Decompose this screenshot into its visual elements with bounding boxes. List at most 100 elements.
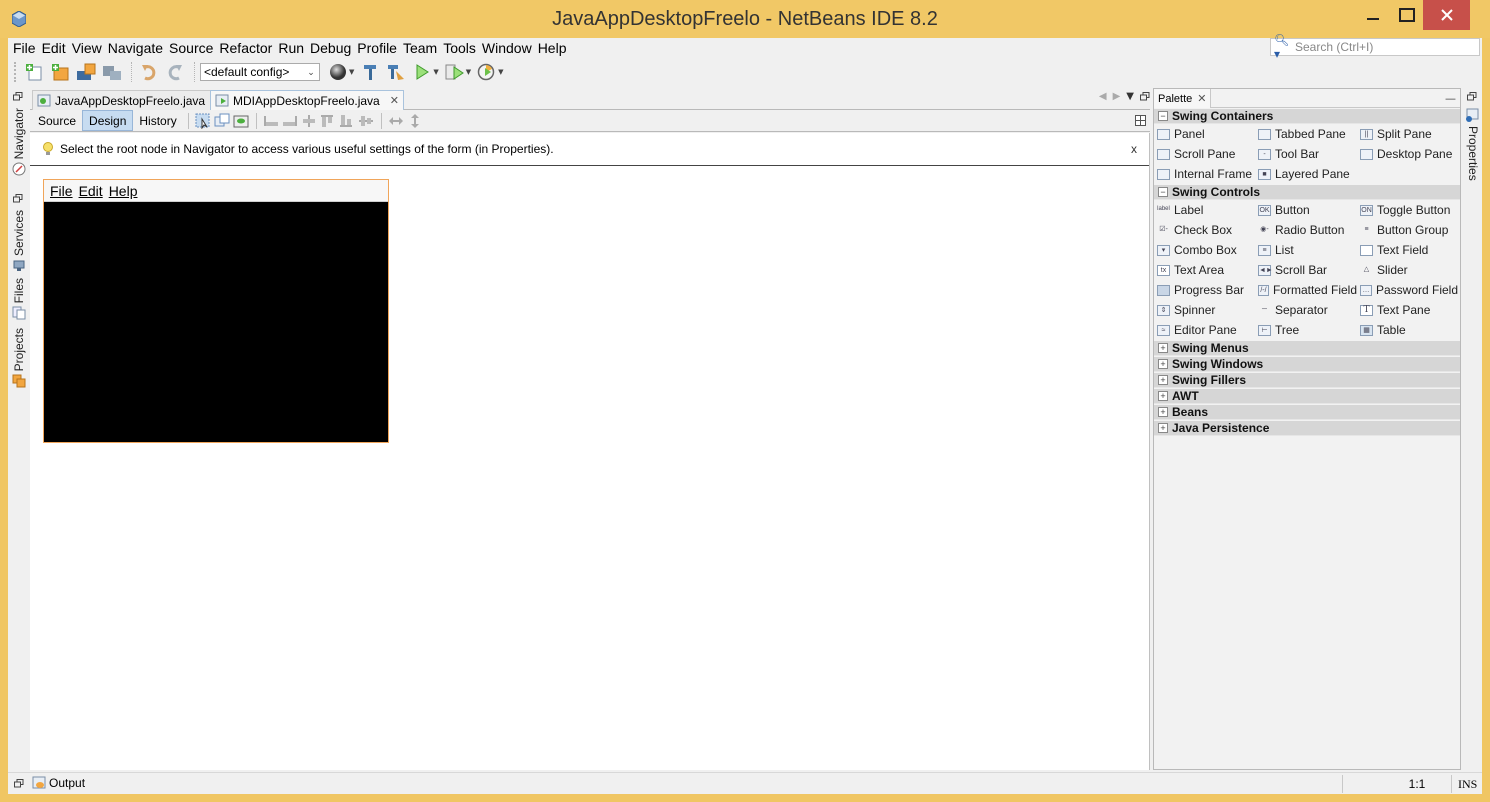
menu-source[interactable]: Source — [166, 40, 216, 56]
close-tab-icon[interactable]: ✕ — [390, 94, 399, 107]
menu-refactor[interactable]: Refactor — [216, 40, 275, 56]
palette-item-slider[interactable]: △ Slider — [1357, 260, 1458, 280]
profile-button[interactable] — [475, 61, 499, 83]
menu-run[interactable]: Run — [275, 40, 307, 56]
align-top-button[interactable] — [319, 112, 337, 130]
form-menu-help[interactable]: Help — [106, 183, 141, 199]
center-horizontally-button[interactable] — [300, 112, 318, 130]
palette-category-swing-menus[interactable]: + Swing Menus — [1154, 341, 1460, 356]
palette-category-java-persistence[interactable]: + Java Persistence — [1154, 421, 1460, 436]
palette-item-split-pane[interactable]: || Split Pane — [1357, 124, 1458, 144]
palette-item-scroll-bar[interactable]: ◄► Scroll Bar — [1255, 260, 1357, 280]
palette-item-label-control[interactable]: label Label — [1154, 200, 1255, 220]
menu-navigate[interactable]: Navigate — [105, 40, 166, 56]
align-right-button[interactable] — [281, 112, 299, 130]
restore-window-group-icon[interactable] — [13, 194, 23, 203]
browser-button[interactable] — [326, 61, 350, 83]
minimize-button[interactable] — [1358, 0, 1388, 30]
palette-item-check-box[interactable]: ☑- Check Box — [1154, 220, 1255, 240]
palette-item-button-group[interactable]: ≡ Button Group — [1357, 220, 1458, 240]
new-file-button[interactable] — [22, 61, 46, 83]
palette-item-tool-bar[interactable]: - Tool Bar — [1255, 144, 1357, 164]
undo-button[interactable] — [137, 61, 161, 83]
palette-category-swing-controls[interactable]: − Swing Controls — [1154, 185, 1460, 200]
close-window-button[interactable] — [1423, 0, 1470, 30]
scroll-tabs-right-icon[interactable]: ▶ — [1113, 91, 1121, 102]
hint-close-button[interactable]: x — [1131, 142, 1137, 156]
clean-build-button[interactable] — [384, 61, 408, 83]
tab-history[interactable]: History — [133, 110, 182, 131]
palette-category-swing-containers[interactable]: − Swing Containers — [1154, 109, 1460, 124]
menu-help[interactable]: Help — [535, 40, 570, 56]
palette-category-awt[interactable]: + AWT — [1154, 389, 1460, 404]
design-canvas[interactable]: Select the root node in Navigator to acc… — [30, 133, 1150, 770]
sidebar-tab-files[interactable]: Files — [10, 278, 28, 320]
form-menu-edit[interactable]: Edit — [76, 183, 106, 199]
build-button[interactable] — [358, 61, 382, 83]
align-left-button[interactable] — [262, 112, 280, 130]
palette-item-editor-pane[interactable]: ≈ Editor Pane — [1154, 320, 1255, 340]
config-select[interactable]: <default config> ⌄ — [200, 63, 320, 81]
preview-design-button[interactable] — [232, 112, 250, 130]
palette-item-combo-box[interactable]: ▾ Combo Box — [1154, 240, 1255, 260]
menu-debug[interactable]: Debug — [307, 40, 354, 56]
align-bottom-button[interactable] — [338, 112, 356, 130]
profile-dropdown-arrow[interactable]: ▼ — [498, 68, 503, 76]
form-preview-frame[interactable]: File Edit Help — [43, 179, 389, 443]
menu-window[interactable]: Window — [479, 40, 535, 56]
close-project-button[interactable] — [100, 61, 124, 83]
palette-item-progress-bar[interactable]: Progress Bar — [1154, 280, 1255, 300]
palette-item-scroll-pane[interactable]: Scroll Pane — [1154, 144, 1255, 164]
output-window-button[interactable]: Output — [32, 776, 85, 790]
resize-horizontal-button[interactable] — [387, 112, 405, 130]
palette-category-swing-fillers[interactable]: + Swing Fillers — [1154, 373, 1460, 388]
resize-vertical-button[interactable] — [406, 112, 424, 130]
close-tab-icon[interactable]: ✕ — [1197, 92, 1206, 105]
run-dropdown-arrow[interactable]: ▼ — [433, 68, 438, 76]
palette-item-layered-pane[interactable]: ■ Layered Pane — [1255, 164, 1357, 184]
run-button[interactable] — [410, 61, 434, 83]
menu-team[interactable]: Team — [400, 40, 440, 56]
palette-item-separator[interactable]: ─ Separator — [1255, 300, 1357, 320]
palette-item-spinner[interactable]: ⇕ Spinner — [1154, 300, 1255, 320]
editor-tab-mdiappdesktopfreelo[interactable]: MDIAppDesktopFreelo.java ✕ — [210, 90, 404, 110]
palette-item-tabbed-pane[interactable]: Tabbed Pane — [1255, 124, 1357, 144]
sidebar-tab-projects[interactable]: Projects — [10, 328, 28, 388]
show-opened-documents-icon[interactable]: ▼ — [1126, 91, 1134, 102]
palette-item-internal-frame[interactable]: Internal Frame — [1154, 164, 1255, 184]
restore-window-icon[interactable] — [1140, 92, 1150, 101]
selection-mode-button[interactable] — [194, 112, 212, 130]
restore-window-group-icon[interactable] — [1467, 92, 1477, 101]
palette-item-table[interactable]: ▦ Table — [1357, 320, 1458, 340]
menu-edit[interactable]: Edit — [39, 40, 69, 56]
menu-tools[interactable]: Tools — [440, 40, 479, 56]
sidebar-tab-navigator[interactable]: Navigator — [10, 108, 28, 176]
form-menu-file[interactable]: File — [47, 183, 76, 199]
restore-window-group-icon[interactable] — [14, 779, 24, 788]
new-project-button[interactable] — [48, 61, 72, 83]
connection-mode-button[interactable] — [213, 112, 231, 130]
center-vertically-button[interactable] — [357, 112, 375, 130]
palette-tab[interactable]: Palette ✕ — [1154, 89, 1212, 108]
palette-item-button[interactable]: OK Button — [1255, 200, 1357, 220]
palette-item-toggle-button[interactable]: ON Toggle Button — [1357, 200, 1458, 220]
menu-file[interactable]: File — [10, 40, 39, 56]
sidebar-tab-services[interactable]: Services — [10, 210, 28, 273]
palette-item-panel[interactable]: Panel — [1154, 124, 1255, 144]
editor-tab-javaappdesktopfreelo[interactable]: JavaAppDesktopFreelo.java ✕ — [32, 90, 230, 110]
debug-dropdown-arrow[interactable]: ▼ — [466, 68, 471, 76]
scroll-tabs-left-icon[interactable]: ◀ — [1099, 91, 1107, 102]
restore-window-group-icon[interactable] — [13, 92, 23, 101]
palette-category-beans[interactable]: + Beans — [1154, 405, 1460, 420]
menu-view[interactable]: View — [69, 40, 105, 56]
minimize-palette-icon[interactable]: — — [1445, 92, 1456, 105]
palette-category-swing-windows[interactable]: + Swing Windows — [1154, 357, 1460, 372]
quick-search-input[interactable]: 🔍︎▾ Search (Ctrl+I) — [1270, 33, 1480, 61]
palette-item-text-pane[interactable]: T Text Pane — [1357, 300, 1458, 320]
menu-profile[interactable]: Profile — [354, 40, 400, 56]
open-project-button[interactable] — [74, 61, 98, 83]
tab-design[interactable]: Design — [82, 110, 134, 131]
palette-item-desktop-pane[interactable]: Desktop Pane — [1357, 144, 1458, 164]
debug-button[interactable] — [443, 61, 467, 83]
maximize-button[interactable] — [1392, 0, 1422, 30]
